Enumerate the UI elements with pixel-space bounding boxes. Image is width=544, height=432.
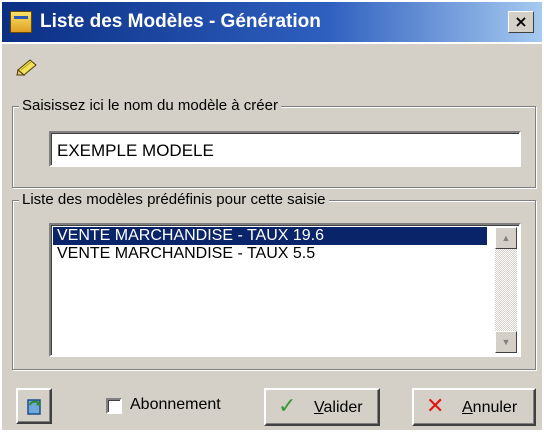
title-bar[interactable]: Liste des Modèles - Génération × [2,2,542,42]
scroll-up-button[interactable]: ▲ [495,227,517,249]
cancel-label: Annuler [462,399,518,416]
predefined-models-list[interactable]: VENTE MARCHANDISE - TAUX 19.6 VENTE MARC… [49,223,521,357]
close-button[interactable]: × [508,11,534,33]
refresh-icon [27,399,41,415]
x-icon: ✕ [426,394,445,419]
dialog-body: Saisissez ici le nom du modèle à créer E… [2,44,542,430]
scroll-down-button[interactable]: ▼ [495,331,517,353]
list-item[interactable]: VENTE MARCHANDISE - TAUX 19.6 [53,227,487,245]
model-name-input[interactable]: EXEMPLE MODELE [49,131,521,167]
pencil-icon[interactable] [16,58,40,76]
window-title: Liste des Modèles - Génération [40,11,321,32]
predefined-models-group: Liste des modèles prédéfinis pour cette … [12,190,536,370]
dialog-window: Liste des Modèles - Génération × Saisiss… [0,0,544,432]
vertical-scrollbar[interactable]: ▲ ▼ [495,227,517,353]
chevron-down-icon: ▼ [501,337,511,347]
predefined-models-group-label: Liste des modèles prédéfinis pour cette … [19,190,329,210]
chevron-up-icon: ▲ [501,233,511,243]
check-icon: ✓ [278,394,297,419]
validate-button[interactable]: ✓ Valider [264,388,380,426]
close-icon: × [514,12,528,31]
cancel-button[interactable]: ✕ Annuler [412,388,536,426]
refresh-button[interactable] [16,388,52,424]
model-name-group-label: Saisissez ici le nom du modèle à créer [19,96,281,116]
dialog-footer: Abonnement ✓ Valider ✕ Annuler [2,380,542,430]
subscription-checkbox[interactable] [106,398,122,414]
model-name-group: Saisissez ici le nom du modèle à créer E… [12,96,536,188]
list-item[interactable]: VENTE MARCHANDISE - TAUX 5.5 [53,245,487,263]
app-icon [10,11,32,33]
validate-label: Valider [314,399,363,416]
subscription-label: Abonnement [130,396,221,413]
